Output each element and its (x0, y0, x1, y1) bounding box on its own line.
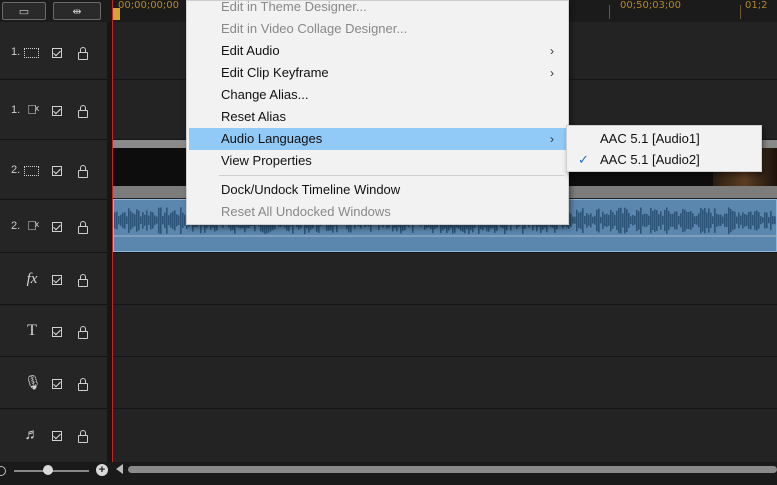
track-header-video-2: 2. (0, 140, 107, 200)
zoom-slider-handle[interactable] (43, 465, 53, 475)
checkmark-icon: ✓ (578, 152, 589, 167)
menu-item-edit-video-collage: Edit in Video Collage Designer... (189, 18, 566, 40)
timecode-mid: 00;50;03;00 (620, 0, 682, 11)
menu-item-reset-alias[interactable]: Reset Alias (189, 106, 566, 128)
track-number: 1. (11, 46, 21, 58)
menu-item-label: Reset All Undocked Windows (221, 204, 391, 219)
menu-item-dock-undock[interactable]: Dock/Undock Timeline Window (189, 179, 566, 201)
menu-item-label: Edit Audio (221, 43, 280, 58)
menu-item-label: Edit in Theme Designer... (221, 0, 367, 14)
track-number: 2. (11, 220, 21, 232)
chevron-right-icon: › (550, 44, 554, 58)
track-header-panel: 1. 1. ◁ͯ 2. 2. ◁ͯ fx T 🎙 ♬ (0, 22, 107, 462)
menu-separator (219, 175, 564, 176)
menu-item-edit-clip-keyframe[interactable]: Edit Clip Keyframe › (189, 62, 566, 84)
lock-icon[interactable] (78, 165, 88, 178)
track-number: 1. (11, 104, 21, 116)
track-enable-checkbox[interactable] (52, 222, 62, 232)
zoom-in-icon[interactable]: + (96, 464, 108, 476)
submenu-item-audio1[interactable]: AAC 5.1 [Audio1] (569, 128, 759, 149)
menu-item-view-properties[interactable]: View Properties (189, 150, 566, 172)
submenu-item-label: AAC 5.1 [Audio2] (600, 152, 700, 167)
submenu-item-label: AAC 5.1 [Audio1] (600, 131, 700, 146)
menu-item-edit-audio[interactable]: Edit Audio › (189, 40, 566, 62)
lock-icon[interactable] (78, 221, 88, 234)
track-header-audio-2: 2. ◁ͯ (0, 200, 107, 253)
timeline-lane[interactable] (112, 357, 777, 409)
track-enable-checkbox[interactable] (52, 379, 62, 389)
lock-icon[interactable] (78, 326, 88, 339)
timeline-bottom-bar: + (0, 462, 777, 485)
timecode-start: 00;00;00;00 (118, 0, 180, 11)
chevron-right-icon: › (550, 132, 554, 146)
speaker-icon: ◁ͯ (27, 218, 37, 233)
menu-item-label: Change Alias... (221, 87, 309, 102)
track-enable-checkbox[interactable] (52, 275, 62, 285)
track-header-video-1: 1. (0, 22, 107, 80)
menu-item-label: View Properties (221, 153, 312, 168)
menu-item-label: Audio Languages (221, 131, 323, 146)
track-enable-checkbox[interactable] (52, 106, 62, 116)
microphone-icon: 🎙 (24, 374, 42, 390)
fit-timeline-button[interactable]: ⇹ (53, 2, 101, 20)
menu-item-change-alias[interactable]: Change Alias... (189, 84, 566, 106)
ruler-tick (609, 5, 610, 19)
lock-icon[interactable] (78, 274, 88, 287)
ruler-tick (740, 5, 741, 19)
track-header-music: ♬ (0, 409, 107, 462)
menu-item-label: Edit in Video Collage Designer... (221, 21, 408, 36)
menu-item-label: Reset Alias (221, 109, 287, 124)
track-header-audio-1: 1. ◁ͯ (0, 80, 107, 140)
track-header-effects: fx (0, 253, 107, 305)
track-enable-checkbox[interactable] (52, 327, 62, 337)
chevron-right-icon: › (550, 66, 554, 80)
scroll-left-icon[interactable] (116, 464, 123, 474)
title-icon: T (27, 322, 37, 339)
horizontal-scrollbar[interactable] (128, 466, 777, 473)
track-enable-checkbox[interactable] (52, 48, 62, 58)
menu-item-reset-undocked: Reset All Undocked Windows (189, 201, 566, 223)
playhead-line[interactable] (112, 0, 113, 462)
track-enable-checkbox[interactable] (52, 431, 62, 441)
audio-languages-submenu: AAC 5.1 [Audio1] ✓ AAC 5.1 [Audio2] (566, 125, 762, 172)
speaker-icon: ◁ͯ (27, 102, 37, 117)
timecode-end: 01;2 (745, 0, 768, 11)
menu-item-edit-theme-designer: Edit in Theme Designer... (189, 0, 566, 18)
lock-icon[interactable] (78, 105, 88, 118)
track-header-voice: 🎙 (0, 357, 107, 409)
track-enable-checkbox[interactable] (52, 166, 62, 176)
context-menu: Edit in Theme Designer... Edit in Video … (186, 0, 569, 225)
track-view-button[interactable]: ▭ (2, 2, 46, 20)
fx-icon: fx (26, 271, 38, 287)
fit-arrows-icon: ⇹ (72, 5, 82, 18)
menu-item-label: Dock/Undock Timeline Window (221, 182, 401, 197)
video-track-icon (24, 48, 39, 58)
timeline-lane[interactable] (112, 409, 777, 462)
timeline-lane[interactable] (112, 253, 777, 305)
submenu-item-audio2[interactable]: ✓ AAC 5.1 [Audio2] (569, 149, 759, 170)
music-icon: ♬ (24, 426, 40, 443)
track-header-title: T (0, 305, 107, 357)
video-track-icon (24, 166, 39, 176)
lock-icon[interactable] (78, 47, 88, 60)
zoom-out-icon[interactable] (0, 466, 6, 476)
track-number: 2. (11, 164, 21, 176)
menu-item-label: Edit Clip Keyframe (221, 65, 329, 80)
menu-item-audio-languages[interactable]: Audio Languages › (189, 128, 566, 150)
lock-icon[interactable] (78, 378, 88, 391)
lock-icon[interactable] (78, 430, 88, 443)
timeline-lane[interactable] (112, 305, 777, 357)
storyboard-icon: ▭ (18, 5, 30, 18)
